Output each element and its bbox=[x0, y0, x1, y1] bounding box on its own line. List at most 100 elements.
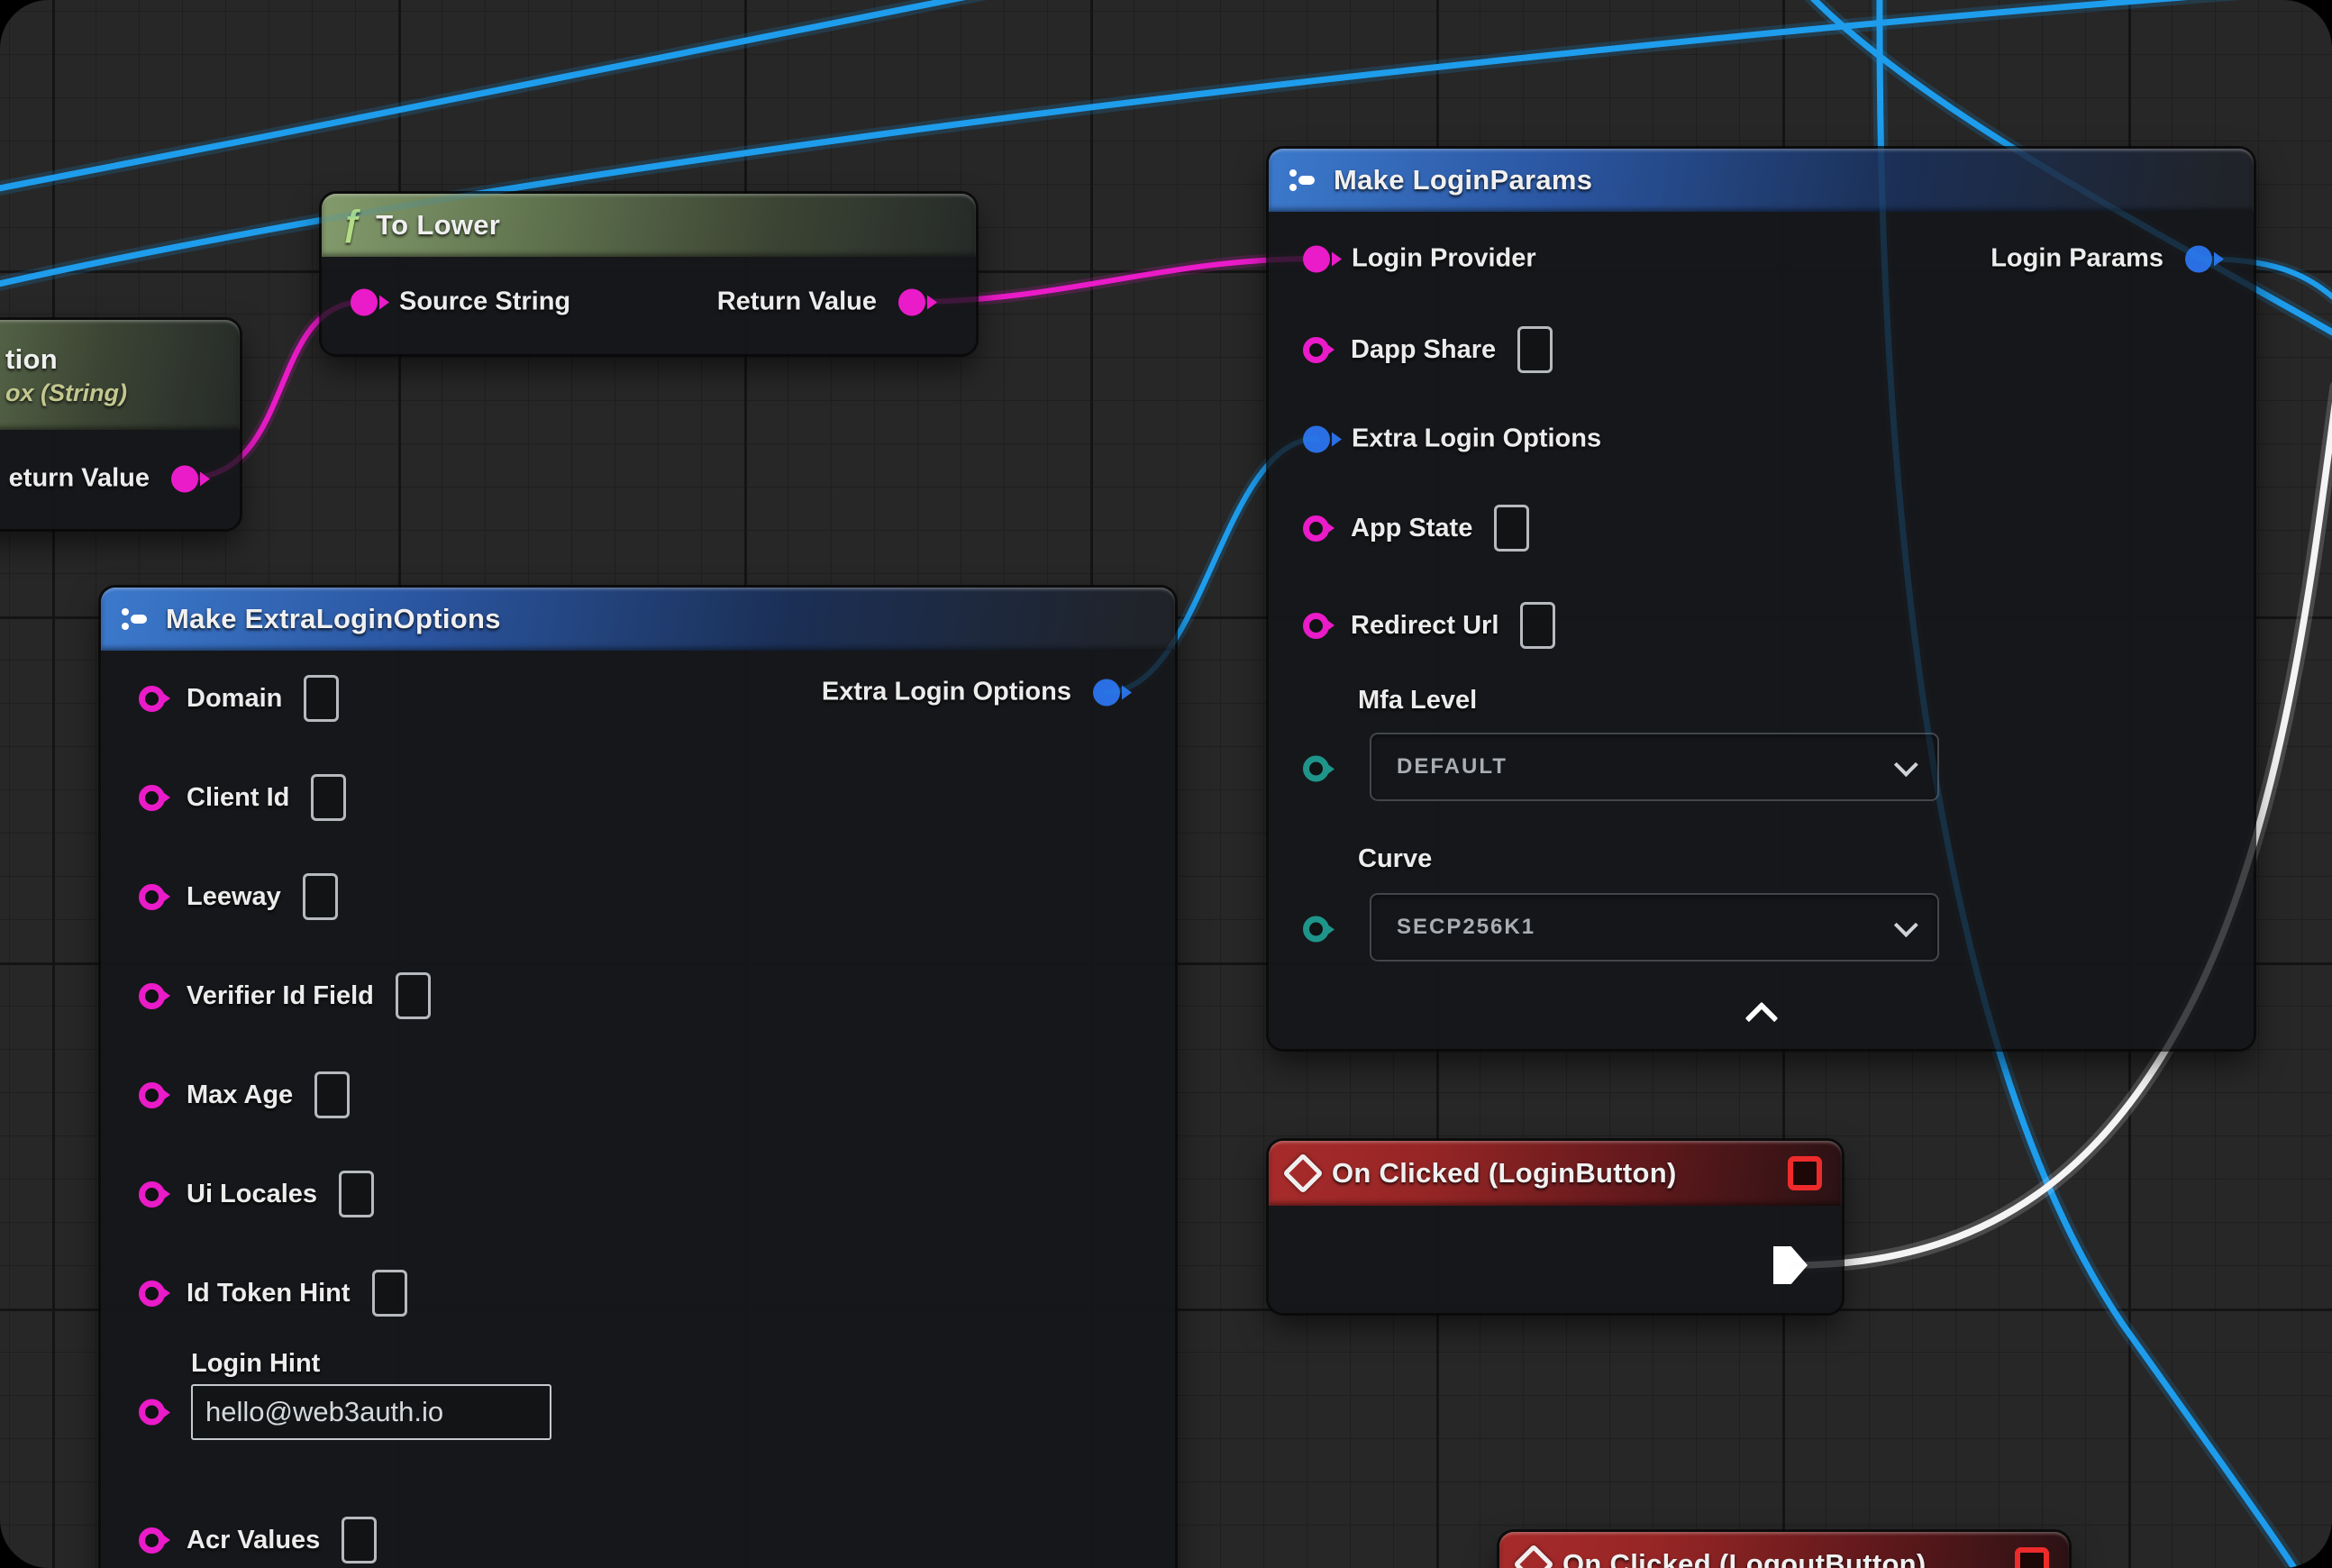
pin-row-id-token-hint: Id Token Hint bbox=[139, 1270, 407, 1317]
pin-row-login-params-out: Login Params bbox=[1990, 244, 2212, 274]
blueprint-canvas[interactable]: tion ox (String) eturn Value ƒ To Lower … bbox=[0, 0, 2332, 1568]
exec-output-pin[interactable] bbox=[1773, 1246, 1808, 1284]
login-hint-label: Login Hint bbox=[191, 1349, 320, 1379]
app-state-checkbox[interactable] bbox=[1494, 505, 1529, 552]
acr-values-input-pin[interactable] bbox=[139, 1527, 165, 1554]
mfa-level-input-pin[interactable] bbox=[1303, 756, 1329, 782]
pin-row-acr-values: Acr Values bbox=[139, 1517, 377, 1563]
source-string-input-pin[interactable] bbox=[351, 288, 378, 315]
pin-row-login-hint bbox=[139, 1399, 165, 1426]
verifier-id-field-checkbox[interactable] bbox=[396, 972, 431, 1019]
node-header[interactable]: Make LoginParams bbox=[1269, 149, 2254, 212]
pin-label: Redirect Url bbox=[1351, 611, 1498, 641]
pin-row: Source String bbox=[351, 287, 570, 317]
pin-label: Source String bbox=[399, 287, 570, 317]
node-header[interactable]: On Clicked (LoginButton) bbox=[1269, 1141, 1842, 1206]
pin-label: Login Params bbox=[1990, 244, 2163, 274]
pin-label: Ui Locales bbox=[187, 1180, 317, 1209]
pin-row-app-state: App State bbox=[1303, 505, 1529, 552]
max-age-checkbox[interactable] bbox=[314, 1071, 350, 1118]
pin-row-redirect-url: Redirect Url bbox=[1303, 602, 1555, 649]
pin-row: eturn Value bbox=[9, 464, 198, 494]
login-params-output-pin[interactable] bbox=[2185, 245, 2212, 272]
node-header[interactable]: On Clicked (LogoutButton) bbox=[1499, 1532, 2069, 1568]
curve-value: SECP256K1 bbox=[1397, 915, 1895, 940]
chevron-down-icon bbox=[1894, 752, 1918, 777]
max-age-input-pin[interactable] bbox=[139, 1082, 165, 1108]
leeway-input-pin[interactable] bbox=[139, 884, 165, 910]
return-value-output-pin[interactable] bbox=[898, 288, 925, 315]
node-title: On Clicked (LoginButton) bbox=[1332, 1157, 1677, 1190]
pin-row-max-age: Max Age bbox=[139, 1071, 350, 1118]
login-hint-input-pin[interactable] bbox=[139, 1399, 165, 1426]
mfa-level-label: Mfa Level bbox=[1358, 686, 1477, 716]
pin-row-client-id: Client Id bbox=[139, 774, 346, 821]
pin-row-login-provider: Login Provider bbox=[1303, 244, 1536, 274]
verifier-id-field-input-pin[interactable] bbox=[139, 983, 165, 1009]
node-on-clicked-logout-button[interactable]: On Clicked (LogoutButton) bbox=[1499, 1532, 2069, 1568]
node-make-login-params[interactable]: Make LoginParams Login Provider Login Pa… bbox=[1269, 149, 2254, 1049]
dapp-share-input-pin[interactable] bbox=[1303, 337, 1329, 363]
node-title: To Lower bbox=[376, 209, 500, 242]
domain-input-pin[interactable] bbox=[139, 686, 165, 712]
pin-label: eturn Value bbox=[9, 464, 150, 494]
node-header[interactable]: Make ExtraLoginOptions bbox=[101, 588, 1175, 651]
pin-label: Id Token Hint bbox=[187, 1279, 351, 1308]
domain-checkbox[interactable] bbox=[304, 675, 339, 722]
event-diamond-icon bbox=[1513, 1544, 1553, 1568]
node-header[interactable]: tion ox (String) bbox=[0, 320, 240, 430]
pin-label: Dapp Share bbox=[1351, 335, 1496, 365]
delegate-pin[interactable] bbox=[1788, 1156, 1822, 1190]
extra-login-options-output-pin[interactable] bbox=[1093, 679, 1120, 706]
ui-locales-checkbox[interactable] bbox=[339, 1171, 374, 1217]
client-id-checkbox[interactable] bbox=[311, 774, 346, 821]
curve-label: Curve bbox=[1358, 844, 1432, 874]
node-subtitle: ox (String) bbox=[5, 379, 127, 407]
pin-label: Leeway bbox=[187, 882, 281, 912]
node-title: tion bbox=[5, 343, 58, 376]
dapp-share-checkbox[interactable] bbox=[1517, 326, 1553, 373]
mfa-level-dropdown[interactable]: DEFAULT bbox=[1370, 733, 1939, 801]
pin-row: Return Value bbox=[717, 287, 925, 317]
extra-login-options-input-pin[interactable] bbox=[1303, 425, 1330, 452]
event-diamond-icon bbox=[1282, 1153, 1323, 1193]
delegate-pin[interactable] bbox=[2015, 1547, 2049, 1568]
pin-label: App State bbox=[1351, 514, 1472, 543]
node-title: Make ExtraLoginOptions bbox=[166, 603, 501, 635]
pin-row-dapp-share: Dapp Share bbox=[1303, 326, 1553, 373]
collapse-chevron-up-icon[interactable] bbox=[1744, 1002, 1778, 1035]
pin-row: Extra Login Options bbox=[822, 678, 1120, 707]
client-id-input-pin[interactable] bbox=[139, 785, 165, 811]
curve-dropdown[interactable]: SECP256K1 bbox=[1370, 893, 1939, 962]
curve-input-pin[interactable] bbox=[1303, 916, 1329, 943]
return-value-output-pin[interactable] bbox=[171, 465, 198, 492]
pin-label: Domain bbox=[187, 684, 282, 714]
blueprint-editor-screenshot: tion ox (String) eturn Value ƒ To Lower … bbox=[0, 0, 2332, 1568]
pin-row-verifier-id-field: Verifier Id Field bbox=[139, 972, 431, 1019]
login-provider-input-pin[interactable] bbox=[1303, 245, 1330, 272]
login-hint-field[interactable] bbox=[191, 1384, 551, 1440]
node-title: Make LoginParams bbox=[1334, 164, 1592, 196]
pin-label: Verifier Id Field bbox=[187, 981, 374, 1011]
node-on-clicked-login-button[interactable]: On Clicked (LoginButton) bbox=[1269, 1141, 1842, 1313]
pin-label: Client Id bbox=[187, 783, 289, 813]
node-to-lower[interactable]: ƒ To Lower Source String Return Value bbox=[322, 194, 976, 354]
leeway-checkbox[interactable] bbox=[303, 873, 338, 920]
node-header[interactable]: ƒ To Lower bbox=[322, 194, 976, 257]
id-token-hint-input-pin[interactable] bbox=[139, 1281, 165, 1307]
redirect-url-checkbox[interactable] bbox=[1520, 602, 1555, 649]
ui-locales-input-pin[interactable] bbox=[139, 1181, 165, 1208]
redirect-url-input-pin[interactable] bbox=[1303, 613, 1329, 639]
pin-row-extra-login-options: Extra Login Options bbox=[1303, 424, 1601, 454]
mfa-level-value: DEFAULT bbox=[1397, 754, 1895, 779]
make-struct-icon bbox=[121, 606, 151, 632]
node-make-extra-login-options[interactable]: Make ExtraLoginOptions Extra Login Optio… bbox=[101, 588, 1175, 1568]
make-struct-icon bbox=[1289, 168, 1319, 193]
id-token-hint-checkbox[interactable] bbox=[372, 1270, 407, 1317]
chevron-down-icon bbox=[1894, 913, 1918, 937]
pin-label: Acr Values bbox=[187, 1526, 320, 1555]
acr-values-checkbox[interactable] bbox=[342, 1517, 377, 1563]
pin-label: Login Provider bbox=[1352, 244, 1536, 274]
node-partial-function[interactable]: tion ox (String) eturn Value bbox=[0, 320, 240, 529]
app-state-input-pin[interactable] bbox=[1303, 515, 1329, 542]
